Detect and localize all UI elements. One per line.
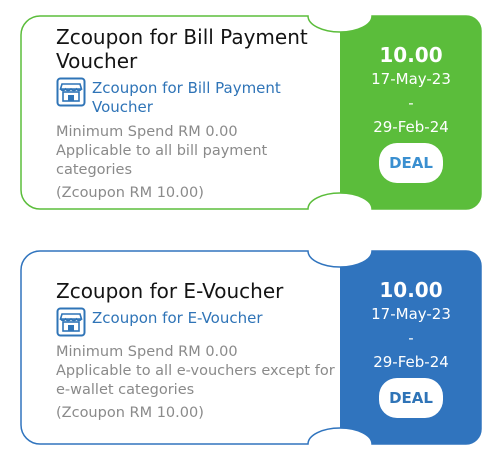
voucher-value-panel: 10.00 17-May-23 - 29-Feb-24 DEAL [340,250,482,445]
shop-icon [56,307,86,337]
value-note: (Zcoupon RM 10.00) [56,185,204,201]
deal-button[interactable]: DEAL [379,378,443,418]
start-date: 17-May-23 [371,305,451,323]
applicable-text: Applicable to all bill payment categorie… [56,143,268,178]
shop-icon [56,77,86,107]
voucher-card-e-voucher[interactable]: Zcoupon for E-Voucher Zcoupon for E-Vouc… [20,250,482,445]
voucher-title: Zcoupon for E-Voucher [56,279,284,303]
start-date: 17-May-23 [371,70,451,88]
min-spend-text: Minimum Spend RM 0.00 [56,344,238,360]
applicable-text: Applicable to all e-vouchers except for … [56,363,335,398]
deal-button[interactable]: DEAL [379,143,443,183]
voucher-brand-link[interactable]: Zcoupon for Bill Payment Voucher [92,79,342,117]
end-date: 29-Feb-24 [373,353,449,371]
end-date: 29-Feb-24 [373,118,449,136]
voucher-title: Zcoupon for Bill Payment Voucher [56,25,308,73]
voucher-value-panel: 10.00 17-May-23 - 29-Feb-24 DEAL [340,15,482,210]
voucher-amount: 10.00 [379,43,443,67]
date-separator: - [408,329,414,347]
value-note: (Zcoupon RM 10.00) [56,405,204,421]
min-spend-text: Minimum Spend RM 0.00 [56,124,238,140]
date-separator: - [408,94,414,112]
voucher-brand-link[interactable]: Zcoupon for E-Voucher [92,309,263,328]
voucher-card-bill-payment[interactable]: Zcoupon for Bill Payment Voucher Zcoupon… [20,15,482,210]
voucher-amount: 10.00 [379,278,443,302]
